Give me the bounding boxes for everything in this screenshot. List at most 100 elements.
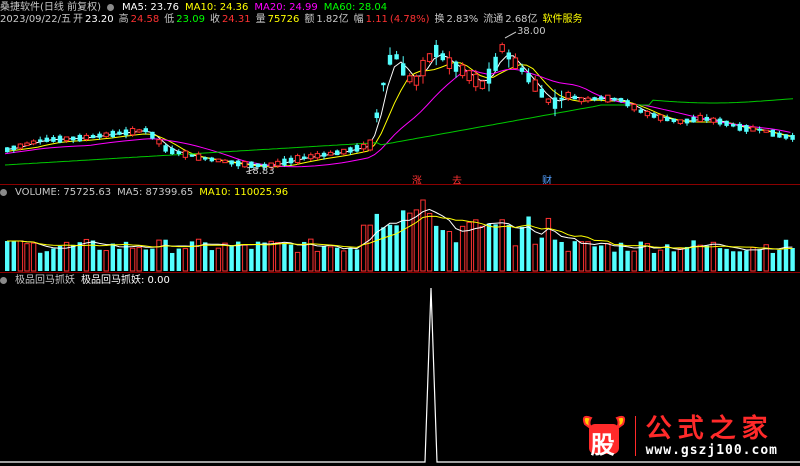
volume-ma10-line [7,215,793,250]
candle-down [684,118,690,124]
volume-bar-down [387,224,393,271]
volume-bar-up [578,241,585,272]
volume-bar-up [479,225,486,272]
volume-bar-up [605,243,611,272]
candle-down [170,148,175,155]
volume-bar-down [401,210,406,271]
candle-down [374,112,379,119]
volume-bar-down [11,241,16,271]
candle-down [704,116,709,121]
volume-bar-down [335,247,340,271]
candle-down [519,67,525,72]
volume-bar-up [24,243,30,272]
candle-up [479,80,486,89]
volume-bar-down [97,249,102,271]
volume-bar-down [163,239,168,271]
candle-down [51,137,56,142]
volume-bar-down [790,248,795,271]
indicator-name[interactable]: 极品回马抓妖 [15,274,75,287]
volume-bar-down [559,241,564,271]
volume-bar-down [229,245,234,271]
candle-down [572,95,577,100]
candle-up [24,142,30,146]
volume-bar-down [572,241,577,271]
site-watermark-logo: 股 公式之家 www.gszj100.com [579,414,778,459]
volume-bar-down [453,242,459,271]
volume-bar-down [519,226,525,271]
candle-down [731,124,736,127]
candle-down [790,134,795,140]
candle-up [30,140,37,145]
volume-bar-down [665,244,670,271]
volume-bar-up [426,212,433,272]
volume-bar-down [440,230,445,271]
candle-down [612,97,617,101]
candle-down [110,130,115,138]
volume-bar-up [750,246,756,272]
logo-divider [634,416,636,456]
candle-up [605,94,611,103]
volume-bar-down [71,244,76,271]
volume-bar-up [459,225,466,272]
volume-bar-up [413,209,420,272]
candle-down [38,139,43,142]
volume-bar-down [493,224,498,271]
candle-down [163,145,168,152]
high-marker-leader [504,31,517,39]
price-volume-divider[interactable] [0,184,800,185]
kline-chart[interactable] [0,0,800,466]
volume-bar-down [757,249,762,271]
volume-ma5-label: MA5: 87399.65 [117,187,194,198]
candle-up [459,64,466,77]
candle-up [466,70,472,82]
indicator-settings-dot-icon[interactable] [0,277,7,284]
volume-bar-down [618,242,624,271]
volume-bar-down [486,223,492,271]
candle-down [401,63,406,76]
volume-bar-down [651,252,657,271]
candle-down [638,109,643,113]
volume-bar-up [314,250,321,272]
volume-bar-up [677,248,684,272]
candle-down [321,152,327,157]
candle-up [499,44,505,52]
candle-down [117,131,122,135]
volume-bar-down [381,227,386,271]
volume-bar-down [143,249,148,271]
volume-bar-down [255,241,261,271]
candle-down [5,147,10,153]
volume-bar-up [195,238,202,272]
candle-down [189,154,195,157]
volume-bar-down [671,251,676,271]
candle-down [44,137,49,142]
volume-bar-up [268,240,274,272]
volume-bar-up [275,242,281,272]
candle-up [327,151,334,156]
volume-bar-down [506,224,511,271]
volume-bar-up [341,250,347,272]
volume-bar-up [222,242,228,272]
candle-down [381,82,386,86]
volume-bar-up [407,212,413,272]
candle-down [11,145,16,151]
candle-down [57,135,63,143]
candle-down [493,56,498,71]
candle-down [143,128,148,133]
volume-bar-up [657,249,664,272]
candle-up [275,160,281,167]
candle-up [512,57,519,69]
volume-indicator-divider[interactable] [0,272,800,273]
ma5-line [4,54,791,166]
candle-down [724,120,729,126]
candle-down [671,118,676,123]
candle-down [229,160,234,165]
candle-up [17,143,24,149]
volume-settings-dot-icon[interactable] [0,189,7,196]
volume-bar-down [44,251,49,271]
volume-bar-down [717,248,723,271]
volume-ma10-label: MA10: 110025.96 [199,187,289,198]
low-price-marker: 18.83 [246,166,275,177]
candle-down [90,135,96,139]
volume-bar-up [136,247,142,272]
candle-up [565,91,571,99]
